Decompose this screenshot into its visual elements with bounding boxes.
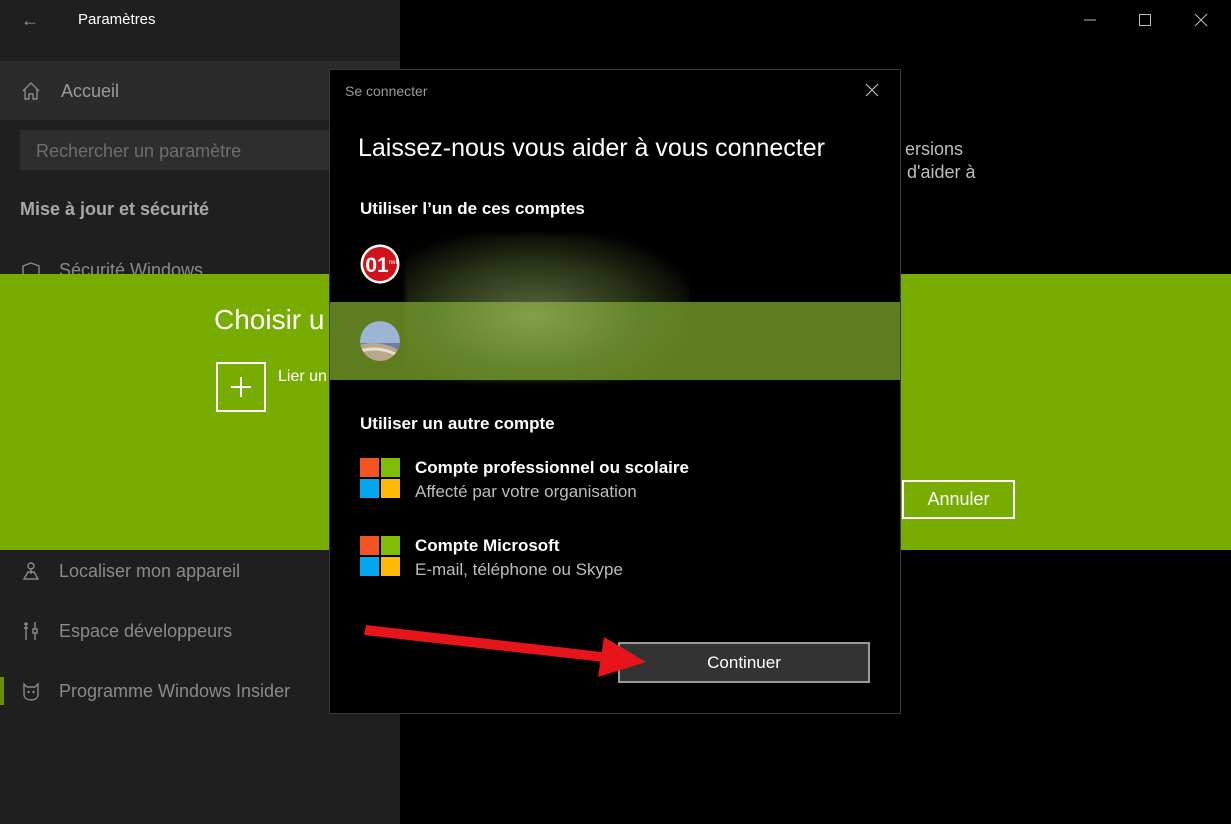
description-text-line1: ersions [905,139,964,159]
continue-button[interactable]: Continuer [618,642,870,683]
option-subtitle: Affecté par votre organisation [415,482,637,501]
sidebar-item-label: Localiser mon appareil [59,561,241,581]
dialog-headline: Laissez-nous vous aider à vous connecter [358,134,825,162]
locate-icon [22,562,40,580]
01net-logo: 01 net [360,244,400,284]
option-subtitle: E-mail, téléphone ou Skype [415,560,623,579]
svg-text:01: 01 [365,254,389,277]
option-title: Compte Microsoft [415,536,560,555]
add-account-button[interactable] [216,362,266,412]
link-account-label: Lier un [278,368,327,385]
sidebar-item-label: Espace développeurs [59,621,233,641]
cancel-button[interactable]: Annuler [902,480,1015,519]
app-title: Paramètres [78,11,156,28]
red-arrow-annotation [364,625,646,677]
panel-title: Choisir u [214,304,325,335]
back-arrow-icon[interactable]: ← [18,8,42,32]
user-photo [360,321,400,361]
option-title: Compte professionnel ou scolaire [415,458,689,477]
search-input[interactable]: Rechercher un paramètre [20,130,340,170]
home-icon [22,82,40,100]
microsoft-logo-icon [360,536,400,576]
dialog-title: Se connecter [345,83,428,99]
insider-cat-icon [23,682,39,701]
microsoft-account-option[interactable]: Compte Microsoft E-mail, téléphone ou Sk… [330,530,900,590]
sidebar-item-label: Programme Windows Insider [59,681,291,701]
minimize-icon[interactable] [1075,6,1105,34]
selection-indicator [0,677,4,705]
search-placeholder: Rechercher un paramètre [36,141,242,161]
plus-icon [231,377,251,397]
use-account-title: Utiliser l’un de ces comptes [360,199,585,218]
maximize-icon[interactable] [1130,6,1160,34]
close-icon[interactable] [862,80,882,100]
other-account-title: Utiliser un autre compte [360,414,555,433]
microsoft-logo-icon [360,458,400,498]
close-icon[interactable] [1186,6,1216,34]
work-school-account-option[interactable]: Compte professionnel ou scolaire Affecté… [330,452,900,512]
blurred-account-info [405,234,689,382]
nav-home-label: Accueil [61,81,120,101]
description-text-line2: d'aider à [907,162,976,182]
developer-tools-icon [24,622,38,640]
svg-text:net: net [389,260,398,266]
section-title: Mise à jour et sécurité [20,199,210,219]
